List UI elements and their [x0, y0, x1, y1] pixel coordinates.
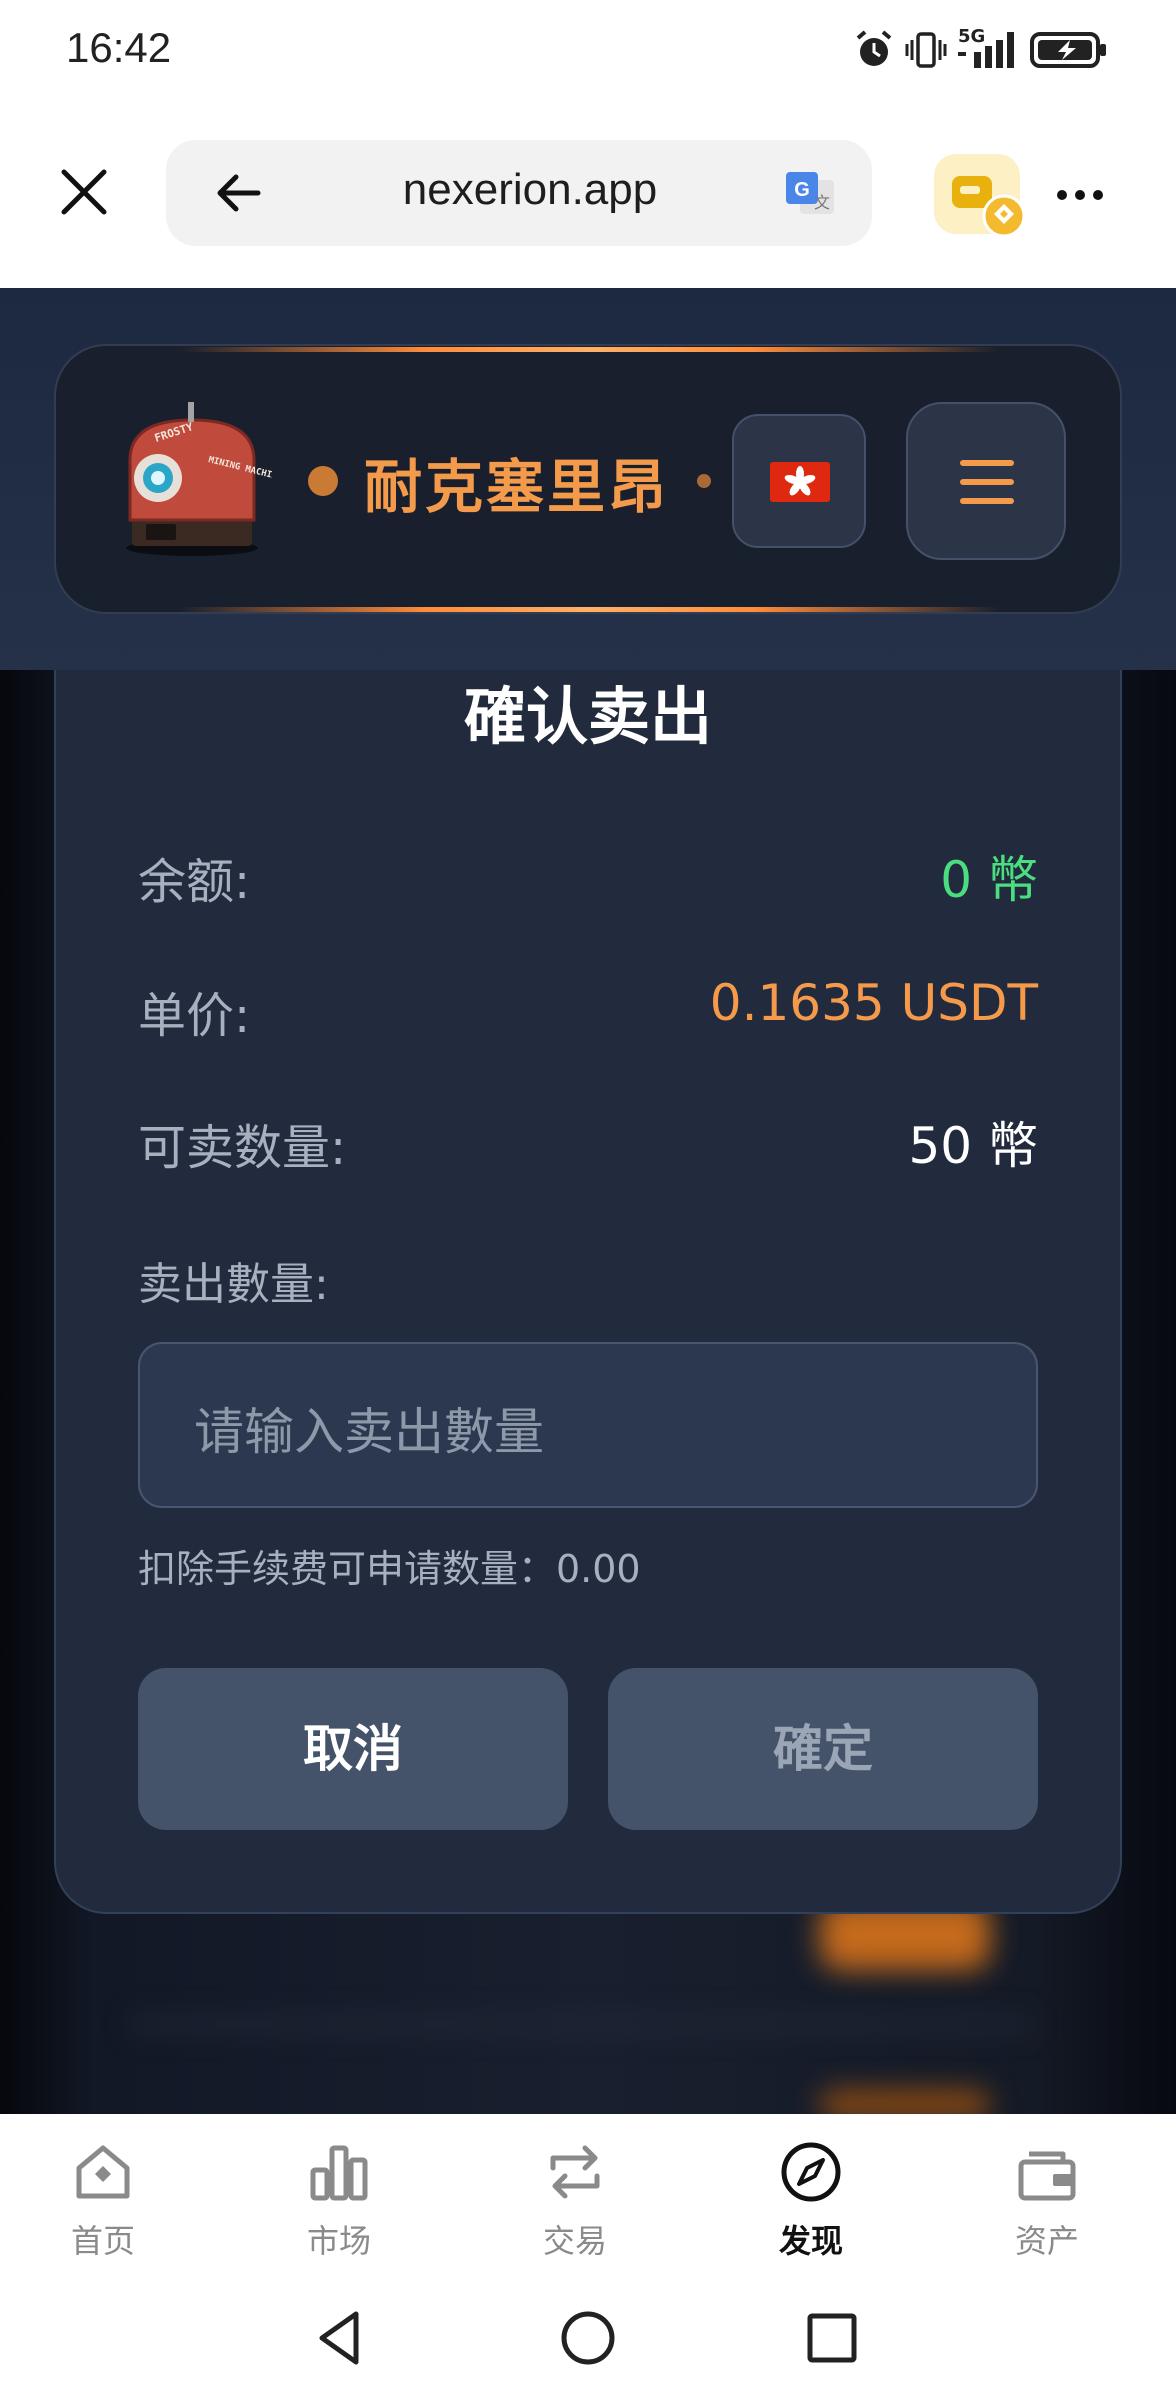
sell-quantity-placeholder: 请输入卖出數量 [194, 1403, 544, 1461]
language-button[interactable] [732, 414, 866, 548]
system-back-icon[interactable] [308, 2306, 372, 2370]
unit-price-value: 0.1635 USDT [709, 974, 1038, 1032]
compass-icon [781, 2142, 841, 2202]
translate-icon[interactable]: G 文 [784, 170, 836, 218]
blurred-divider [130, 2020, 1030, 2028]
nav-item-discover[interactable]: 发现 [736, 2140, 886, 2270]
brand-title: 耐克塞里昂 [364, 453, 670, 521]
brand-dot-right [697, 474, 711, 488]
alarm-icon [856, 30, 892, 66]
close-icon[interactable] [52, 160, 116, 224]
sell-quantity-label: 卖出數量: [138, 1259, 329, 1310]
back-arrow-icon[interactable] [210, 165, 270, 221]
signal-icon [958, 32, 1014, 68]
nav-label-market: 市场 [306, 2222, 371, 2260]
svg-text:文: 文 [814, 193, 830, 212]
wallet-extension-icon[interactable] [934, 154, 1030, 242]
unit-price-label: 单价: [138, 988, 251, 1044]
nav-item-assets[interactable]: 资产 [972, 2140, 1122, 2270]
hamburger-menu-icon [960, 460, 1014, 504]
hong-kong-flag-icon [770, 462, 830, 502]
home-icon [76, 2145, 130, 2199]
trade-icon [550, 2145, 600, 2199]
status-time: 16:42 [66, 24, 172, 71]
balance-label: 余额: [138, 854, 251, 910]
nav-item-trade[interactable]: 交易 [500, 2140, 650, 2270]
sellable-quantity-value: 50 幣 [908, 1117, 1038, 1175]
cancel-button[interactable]: 取消 [138, 1668, 568, 1830]
svg-text:G: G [794, 179, 810, 201]
header-glow-bottom [180, 607, 1000, 612]
nav-item-home[interactable]: 首页 [28, 2140, 178, 2270]
sellable-quantity-label: 可卖数量: [138, 1120, 347, 1176]
nav-label-trade: 交易 [542, 2222, 607, 2260]
nav-label-discover: 发现 [778, 2222, 843, 2260]
system-home-icon[interactable] [556, 2306, 620, 2370]
vibrate-icon [905, 32, 947, 68]
market-icon [310, 2145, 368, 2201]
system-recents-icon[interactable] [800, 2306, 864, 2370]
menu-button[interactable] [906, 402, 1066, 560]
confirm-button[interactable]: 確定 [608, 1668, 1038, 1830]
nav-label-home: 首页 [70, 2222, 135, 2260]
nav-label-assets: 资产 [1014, 2222, 1079, 2260]
url-text: nexerion.app [402, 165, 658, 214]
fee-note: 扣除手续费可申请数量：0.00 [138, 1547, 641, 1591]
nav-item-market[interactable]: 市场 [264, 2140, 414, 2270]
more-menu-icon[interactable] [1050, 170, 1110, 220]
dialog-title: 確认卖出 [463, 680, 712, 753]
mining-machine-logo[interactable]: FROSTY MINING MACHINE [112, 400, 272, 560]
wallet-icon [1018, 2151, 1076, 2201]
header-glow-top [180, 347, 1000, 352]
brand-dot-left [308, 466, 338, 496]
battery-charging-icon [1030, 32, 1106, 68]
balance-value: 0 幣 [940, 851, 1038, 909]
